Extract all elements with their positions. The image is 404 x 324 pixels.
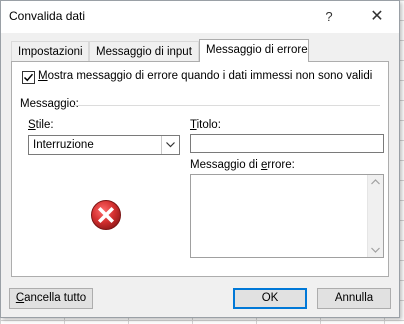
- dropdown-arrow[interactable]: [161, 136, 179, 154]
- ok-button[interactable]: OK: [233, 288, 307, 309]
- checkmark-icon: [23, 73, 34, 82]
- show-error-label[interactable]: Mostra messaggio di errore quando i dati…: [38, 70, 372, 82]
- close-button[interactable]: ✕: [367, 7, 387, 27]
- data-validation-dialog: Convalida dati ? ✕ Impostazioni Messaggi…: [0, 0, 400, 318]
- title-bar: Convalida dati ? ✕: [1, 1, 399, 33]
- style-select-value: Interruzione: [33, 139, 94, 151]
- show-error-checkbox[interactable]: [22, 71, 35, 84]
- title-label: Titolo:: [190, 119, 221, 131]
- dialog-title: Convalida dati: [9, 9, 86, 23]
- tab-input-message[interactable]: Messaggio di input: [89, 41, 199, 61]
- tab-error-alert[interactable]: Messaggio di errore: [199, 39, 309, 62]
- error-alert-panel: Mostra messaggio di errore quando i dati…: [11, 61, 389, 277]
- style-select[interactable]: Interruzione: [28, 135, 180, 155]
- group-divider: [74, 105, 380, 106]
- clear-all-button[interactable]: Cancella tutto: [9, 288, 93, 309]
- vertical-scrollbar[interactable]: [367, 175, 383, 257]
- chevron-down-icon: [166, 142, 175, 148]
- cancel-button[interactable]: Annulla: [317, 288, 391, 309]
- stop-error-icon: [91, 200, 121, 230]
- scroll-up-icon[interactable]: [371, 179, 380, 185]
- scroll-down-icon[interactable]: [371, 247, 380, 253]
- error-message-label: Messaggio di errore:: [190, 159, 295, 171]
- style-label: Stile:: [28, 119, 54, 131]
- message-group-label: Messaggio:: [20, 98, 79, 110]
- tab-settings[interactable]: Impostazioni: [11, 41, 89, 61]
- title-input[interactable]: [190, 134, 384, 153]
- help-button[interactable]: ?: [319, 7, 339, 27]
- error-message-textarea[interactable]: [190, 174, 384, 258]
